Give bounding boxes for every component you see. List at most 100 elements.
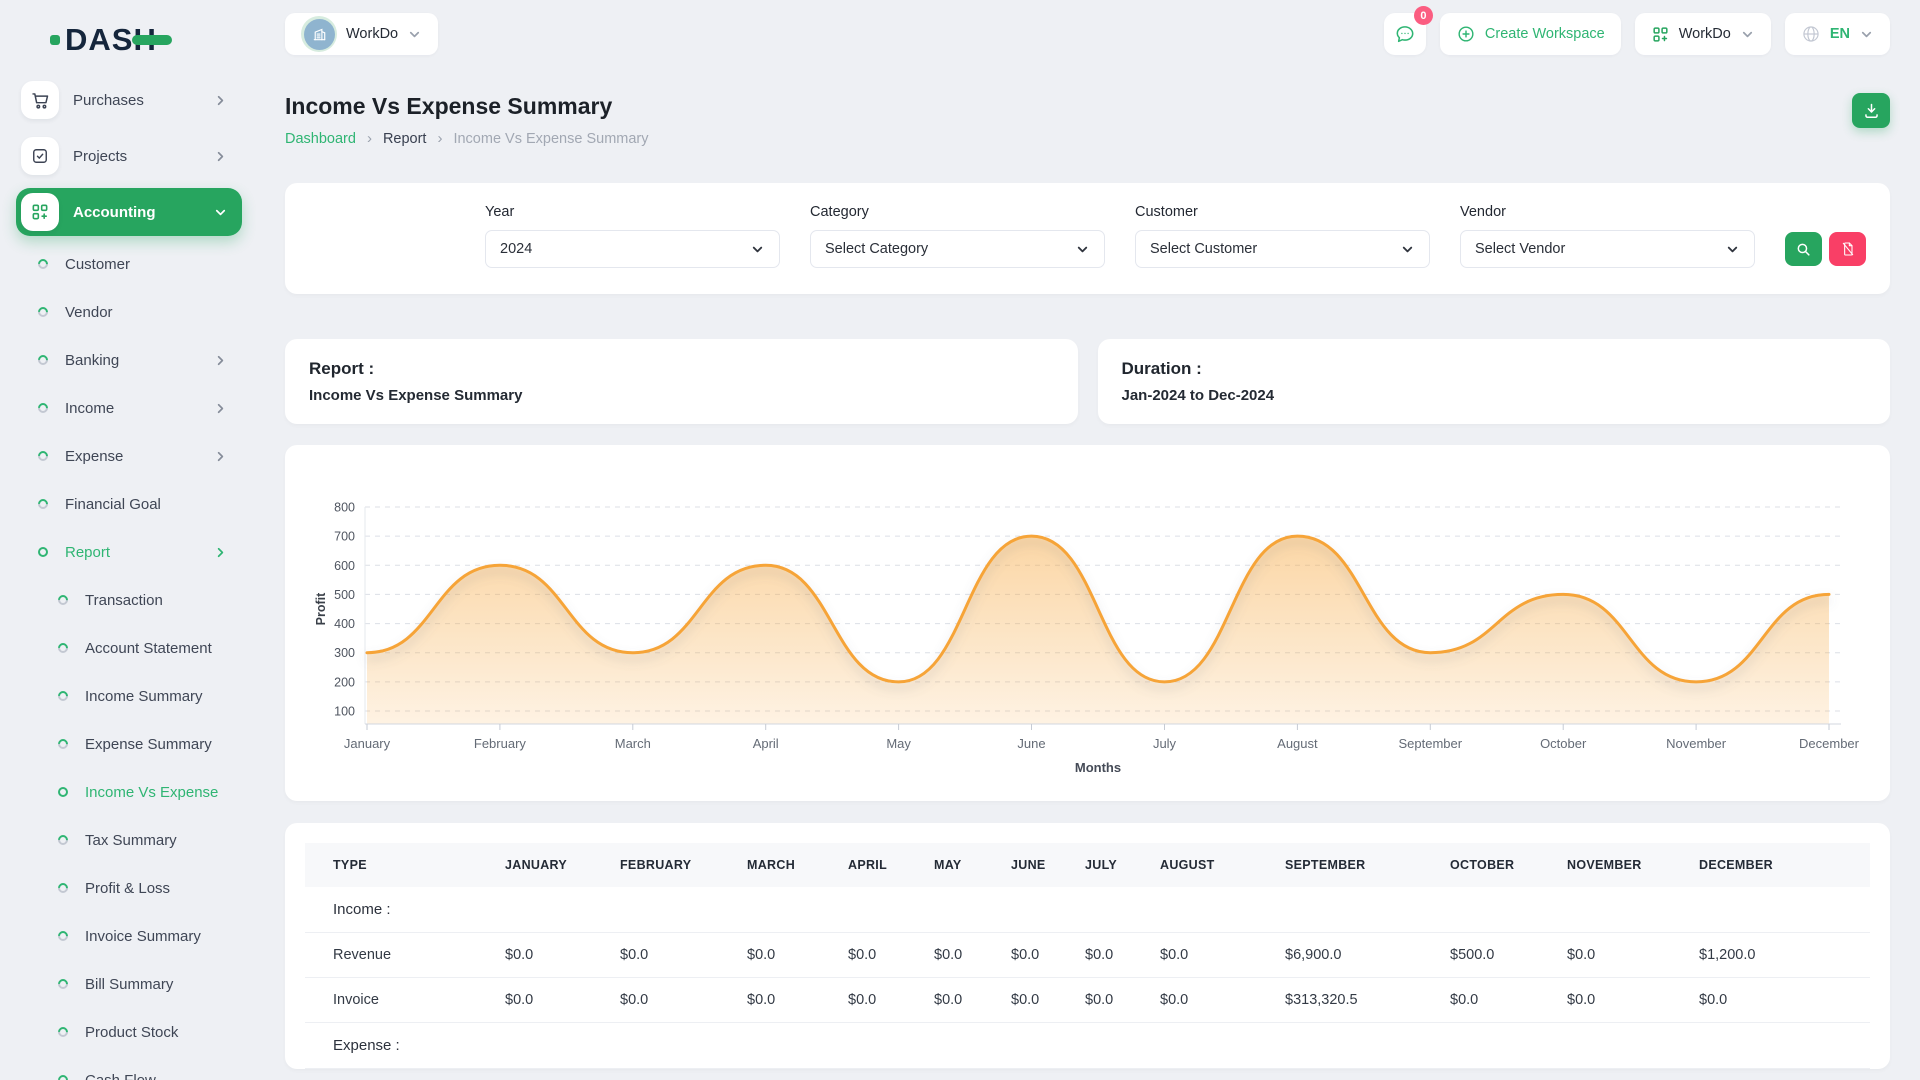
sidebar-item-customer[interactable]: Customer: [16, 240, 242, 288]
table-cell: $0.0: [747, 978, 848, 1023]
chevron-right-icon: [213, 353, 228, 368]
create-workspace-button[interactable]: Create Workspace: [1440, 13, 1621, 55]
workspace-avatar: [301, 16, 337, 52]
svg-text:March: March: [615, 736, 651, 751]
sidebar-item-purchases[interactable]: Purchases: [16, 76, 242, 124]
sidebar-item-account-statement[interactable]: Account Statement: [16, 624, 242, 672]
sidebar-item-label: Income: [65, 400, 114, 417]
bullet-icon: [56, 929, 70, 943]
sidebar-item-income-vs-expense[interactable]: Income Vs Expense: [16, 768, 242, 816]
bullet-icon: [56, 881, 70, 895]
bullet-icon: [56, 737, 70, 751]
table-cell: $0.0: [1567, 933, 1699, 978]
table-header-cell: OCTOBER: [1450, 843, 1567, 887]
sidebar-item-label: Invoice Summary: [85, 928, 201, 945]
sidebar-item-expense-summary[interactable]: Expense Summary: [16, 720, 242, 768]
sidebar-item-accounting[interactable]: Accounting: [16, 188, 242, 236]
duration-card: Duration : Jan-2024 to Dec-2024: [1098, 339, 1891, 424]
chevron-down-icon: [1859, 27, 1874, 42]
svg-text:December: December: [1799, 736, 1860, 751]
logo-accent-bar: [132, 35, 172, 45]
sidebar-item-transaction[interactable]: Transaction: [16, 576, 242, 624]
main-content: WorkDo 0 Create Workspace WorkDo EN: [262, 0, 1920, 1069]
table-cell: $0.0: [934, 933, 1011, 978]
page-title: Income Vs Expense Summary: [285, 93, 649, 120]
category-label: Category: [810, 204, 1105, 220]
workspace-selector[interactable]: WorkDo: [285, 13, 438, 55]
sidebar-item-label: Customer: [65, 256, 130, 273]
sidebar-item-invoice-summary[interactable]: Invoice Summary: [16, 912, 242, 960]
breadcrumb-income-vs-expense-summary: Income Vs Expense Summary: [453, 131, 648, 147]
language-selector[interactable]: EN: [1785, 13, 1890, 55]
table-cell: $0.0: [1011, 978, 1085, 1023]
sidebar-item-label: Profit & Loss: [85, 880, 170, 897]
bullet-icon: [56, 593, 70, 607]
svg-text:May: May: [886, 736, 911, 751]
category-select[interactable]: Select Category: [810, 230, 1105, 268]
table-cell: $0.0: [1567, 978, 1699, 1023]
profit-area: [367, 536, 1829, 724]
customer-select[interactable]: Select Customer: [1135, 230, 1430, 268]
svg-text:September: September: [1399, 736, 1463, 751]
table-header-cell: APRIL: [848, 843, 934, 887]
sidebar-item-expense[interactable]: Expense: [16, 432, 242, 480]
sidebar-item-label: Financial Goal: [65, 496, 161, 513]
svg-text:800: 800: [334, 501, 355, 515]
breadcrumb-dashboard[interactable]: Dashboard: [285, 131, 356, 147]
table-row-invoice: Invoice$0.0$0.0$0.0$0.0$0.0$0.0$0.0$0.0$…: [305, 978, 1870, 1023]
bullet-icon: [56, 785, 70, 799]
file-slash-icon: [1840, 241, 1856, 257]
sidebar-item-profit-loss[interactable]: Profit & Loss: [16, 864, 242, 912]
chevron-right-icon: [213, 449, 228, 464]
duration-card-value: Jan-2024 to Dec-2024: [1122, 387, 1867, 404]
filter-card: Year 2024 Category Select Category Custo…: [285, 183, 1890, 294]
app-logo[interactable]: DASH: [50, 18, 262, 62]
sidebar-item-income[interactable]: Income: [16, 384, 242, 432]
sidebar-item-banking[interactable]: Banking: [16, 336, 242, 384]
table-cell: $500.0: [1450, 933, 1567, 978]
reset-filter-button[interactable]: [1829, 232, 1866, 266]
chevron-down-icon: [1740, 27, 1755, 42]
sidebar-item-label: Tax Summary: [85, 832, 177, 849]
table-cell: $0.0: [848, 933, 934, 978]
table-header-cell: MAY: [934, 843, 1011, 887]
chevron-down-icon: [1725, 242, 1740, 257]
download-button[interactable]: [1852, 93, 1890, 128]
bullet-icon: [56, 1073, 70, 1080]
table-cell: $1,200.0: [1699, 933, 1870, 978]
logo-accent-dot: [50, 35, 60, 45]
messages-button[interactable]: 0: [1384, 13, 1426, 55]
sidebar-item-tax-summary[interactable]: Tax Summary: [16, 816, 242, 864]
breadcrumb-separator: ›: [437, 130, 442, 147]
sidebar-item-label: Projects: [73, 148, 127, 165]
sidebar-item-projects[interactable]: Projects: [16, 132, 242, 180]
svg-text:June: June: [1017, 736, 1045, 751]
breadcrumb-separator: ›: [367, 130, 372, 147]
sidebar-item-label: Accounting: [73, 204, 156, 221]
chevron-down-icon: [407, 27, 422, 42]
sidebar-item-financial-goal[interactable]: Financial Goal: [16, 480, 242, 528]
x-axis-labels: JanuaryFebruaryMarchAprilMayJuneJulyAugu…: [344, 736, 1860, 751]
search-button[interactable]: [1785, 232, 1822, 266]
bullet-icon: [56, 689, 70, 703]
sidebar-item-label: Expense: [65, 448, 123, 465]
sidebar-item-label: Vendor: [65, 304, 113, 321]
year-select[interactable]: 2024: [485, 230, 780, 268]
sidebar-item-label: Bill Summary: [85, 976, 173, 993]
sidebar-item-income-summary[interactable]: Income Summary: [16, 672, 242, 720]
sidebar-item-product-stock[interactable]: Product Stock: [16, 1008, 242, 1056]
svg-text:February: February: [474, 736, 527, 751]
year-label: Year: [485, 204, 780, 220]
table-cell: $0.0: [505, 978, 620, 1023]
sidebar-item-report[interactable]: Report: [16, 528, 242, 576]
breadcrumb-report[interactable]: Report: [383, 131, 427, 147]
sidebar-item-bill-summary[interactable]: Bill Summary: [16, 960, 242, 1008]
topbar: WorkDo 0 Create Workspace WorkDo EN: [285, 0, 1890, 55]
workspace-switcher[interactable]: WorkDo: [1635, 13, 1771, 55]
svg-text:600: 600: [334, 559, 355, 573]
vendor-select[interactable]: Select Vendor: [1460, 230, 1755, 268]
bullet-icon: [36, 257, 50, 271]
report-card: Report : Income Vs Expense Summary: [285, 339, 1078, 424]
sidebar-item-cash-flow[interactable]: Cash Flow: [16, 1056, 242, 1080]
sidebar-item-vendor[interactable]: Vendor: [16, 288, 242, 336]
